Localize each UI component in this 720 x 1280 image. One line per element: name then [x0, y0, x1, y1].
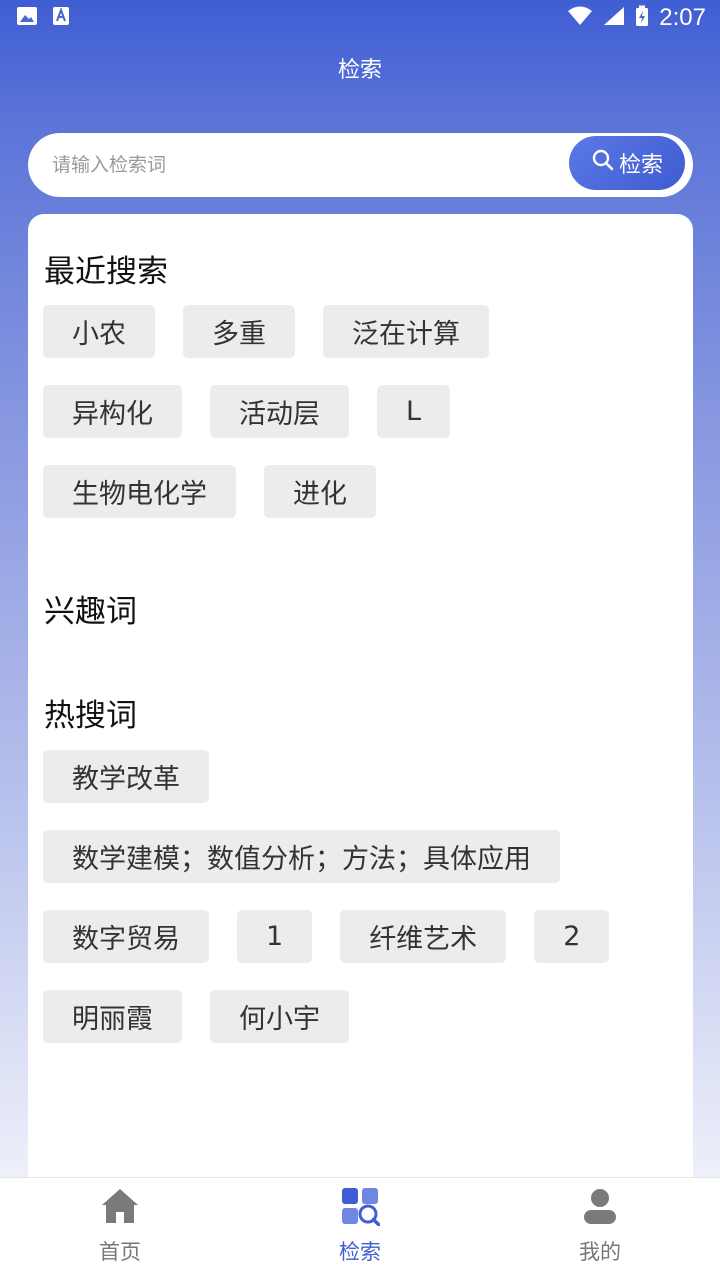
wifi-icon	[567, 6, 593, 30]
page-title: 检索	[337, 58, 382, 83]
tab-home[interactable]: 首页	[0, 1178, 240, 1280]
recent-tag[interactable]: 活动层	[210, 385, 349, 438]
recent-tag[interactable]: 异构化	[43, 385, 182, 438]
tag-row: 生物电化学 进化	[43, 465, 673, 518]
tab-mine-label: 我的	[579, 1240, 621, 1264]
recent-tag[interactable]: 生物电化学	[43, 465, 236, 518]
bottom-tab-bar: 首页 检索 我的	[0, 1177, 720, 1280]
hot-search-tags: 教学改革 数学建模；数值分析；方法；具体应用 数字贸易 1 纤维艺术 2 明丽霞…	[43, 750, 673, 1070]
search-input[interactable]	[52, 147, 552, 183]
search-bar: 检索	[28, 133, 693, 197]
recent-tag[interactable]: 进化	[264, 465, 376, 518]
hot-tag[interactable]: 何小宇	[210, 990, 349, 1043]
hot-tag[interactable]: 教学改革	[43, 750, 209, 803]
tag-row: 数学建模；数值分析；方法；具体应用	[43, 830, 673, 883]
tag-row: 数字贸易 1 纤维艺术 2	[43, 910, 673, 963]
hot-tag[interactable]: 1	[237, 910, 313, 963]
interest-title: 兴趣词	[44, 594, 137, 630]
hot-tag[interactable]: 明丽霞	[43, 990, 182, 1043]
hot-tag[interactable]: 数学建模；数值分析；方法；具体应用	[43, 830, 560, 883]
tab-home-label: 首页	[99, 1240, 141, 1264]
search-button-label: 检索	[618, 153, 663, 178]
search-button[interactable]: 检索	[569, 136, 685, 190]
tag-row: 明丽霞 何小宇	[43, 990, 673, 1043]
hot-tag[interactable]: 2	[534, 910, 610, 963]
user-icon	[580, 1186, 620, 1230]
recent-tag[interactable]: L	[377, 385, 451, 438]
tab-search[interactable]: 检索	[240, 1178, 480, 1280]
status-time: 2:07	[659, 4, 706, 31]
recent-tag[interactable]: 小农	[43, 305, 155, 358]
signal-icon	[603, 6, 625, 30]
tag-row: 异构化 活动层 L	[43, 385, 673, 438]
status-bar: 2:07	[0, 0, 720, 36]
recent-tag[interactable]: 多重	[183, 305, 295, 358]
gallery-notification-icon	[16, 6, 38, 30]
hot-tag[interactable]: 数字贸易	[43, 910, 209, 963]
tab-mine[interactable]: 我的	[480, 1178, 720, 1280]
recent-search-title: 最近搜索	[44, 254, 168, 290]
recent-search-tags: 小农 多重 泛在计算 异构化 活动层 L 生物电化学 进化	[43, 305, 673, 545]
tab-search-label: 检索	[339, 1240, 381, 1264]
battery-icon	[635, 5, 649, 31]
hot-search-title: 热搜词	[44, 698, 137, 734]
search-icon	[591, 148, 615, 178]
home-icon	[100, 1186, 140, 1230]
hot-tag[interactable]: 纤维艺术	[340, 910, 507, 963]
recent-tag[interactable]: 泛在计算	[323, 305, 489, 358]
content-card: 最近搜索 小农 多重 泛在计算 异构化 活动层 L 生物电化学 进化 兴趣词 热…	[28, 214, 693, 1214]
search-grid-icon	[340, 1186, 381, 1230]
tag-row: 小农 多重 泛在计算	[43, 305, 673, 358]
font-notification-icon	[52, 6, 70, 30]
tag-row: 教学改革	[43, 750, 673, 803]
